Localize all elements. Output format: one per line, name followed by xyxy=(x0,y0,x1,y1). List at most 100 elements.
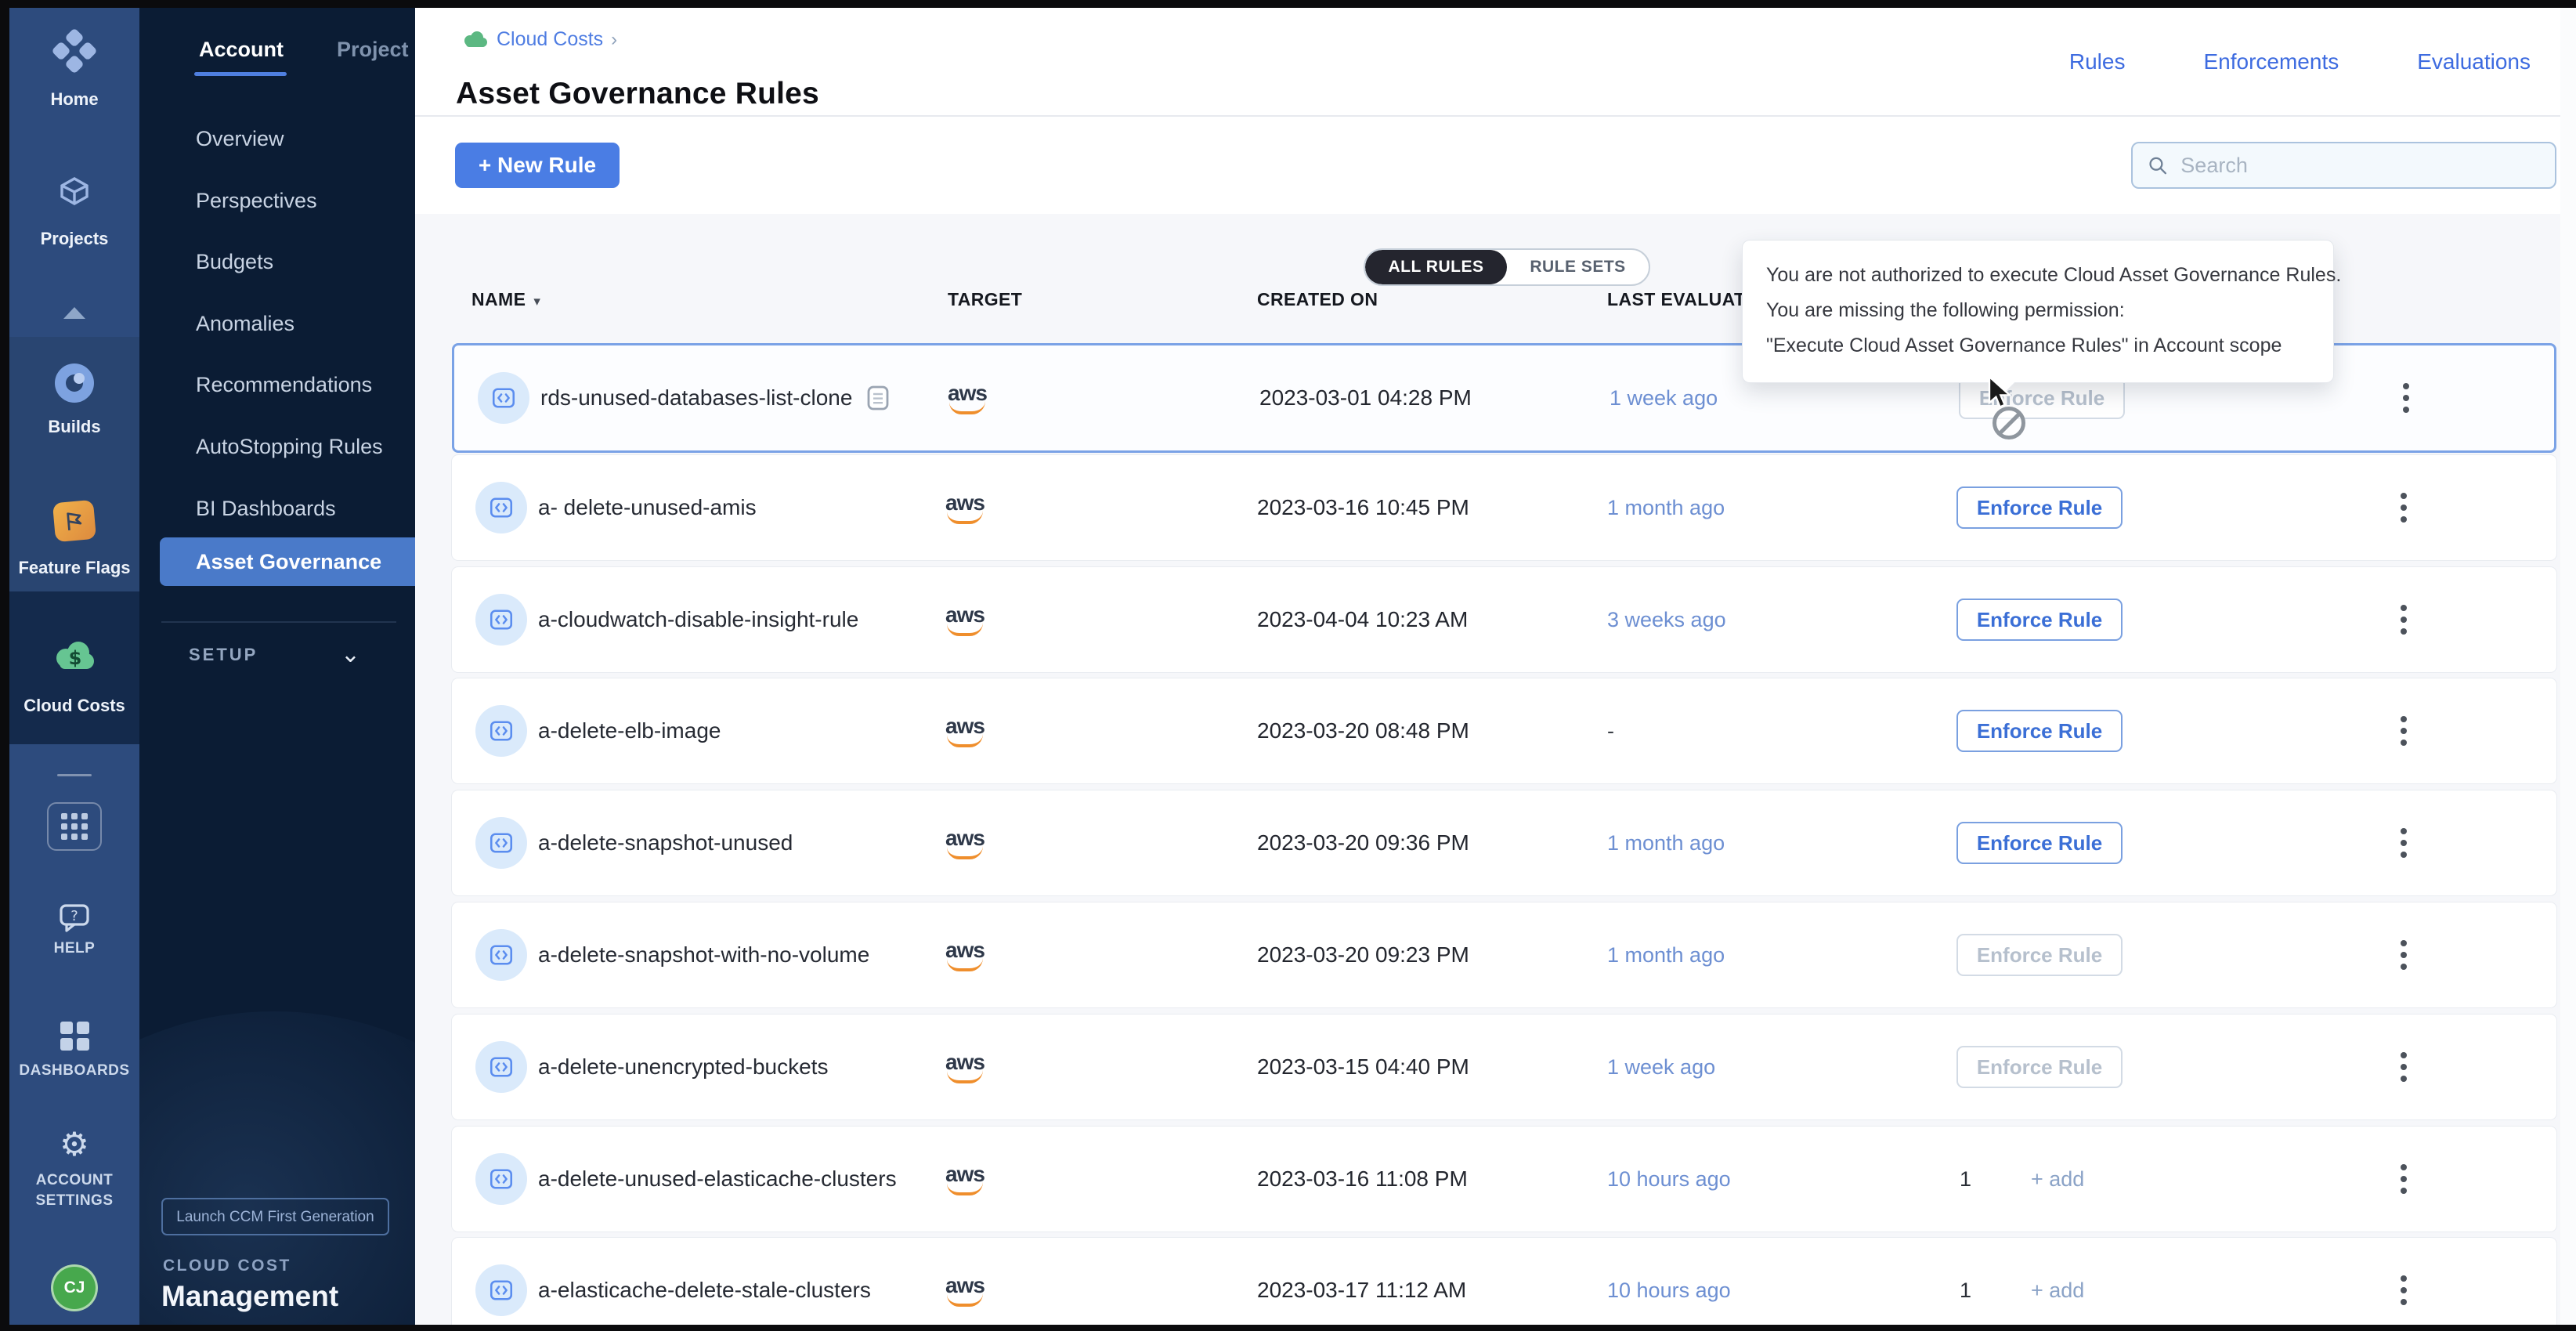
dashboards-icon xyxy=(60,1022,89,1051)
sidenav-item-anomalies[interactable]: Anomalies xyxy=(160,299,415,348)
projects-icon xyxy=(54,174,95,212)
aws-target-icon: aws xyxy=(945,678,985,783)
sidenav-item-autostopping-rules[interactable]: AutoStopping Rules xyxy=(160,422,415,471)
table-row[interactable]: a-cloudwatch-disable-insight-ruleaws2023… xyxy=(452,567,2556,672)
sidebar-item-cloud-costs-label: Cloud Costs xyxy=(9,696,139,716)
row-menu-kebab-icon[interactable] xyxy=(2388,1270,2419,1311)
link-rules[interactable]: Rules xyxy=(2069,49,2126,74)
created-on: 2023-03-17 11:12 AM xyxy=(1257,1238,1466,1325)
enforce-rule-button[interactable]: Enforce Rule xyxy=(1956,1046,2123,1088)
add-enforcement-link[interactable]: + add xyxy=(2031,1238,2084,1325)
sidebar-item-projects[interactable] xyxy=(9,174,139,215)
add-enforcement-link[interactable]: + add xyxy=(2031,1127,2084,1232)
created-on: 2023-03-15 04:40 PM xyxy=(1257,1015,1469,1119)
account-settings-label-1: ACCOUNT xyxy=(9,1172,139,1189)
letterbox-top xyxy=(0,0,2576,8)
row-menu-kebab-icon[interactable] xyxy=(2390,378,2422,418)
row-menu-kebab-icon[interactable] xyxy=(2388,711,2419,751)
table-row[interactable]: a-elasticache-delete-stale-clustersaws20… xyxy=(452,1238,2556,1325)
sidenav-item-overview[interactable]: Overview xyxy=(160,114,415,163)
created-on: 2023-03-16 11:08 PM xyxy=(1257,1127,1468,1232)
sidebar-item-cloud-costs[interactable]: $ xyxy=(9,639,139,679)
tooltip-line-3: "Execute Cloud Asset Governance Rules" i… xyxy=(1766,328,2310,363)
tab-account[interactable]: Account xyxy=(199,38,284,62)
table-row[interactable]: a-delete-snapshot-with-no-volumeaws2023-… xyxy=(452,902,2556,1007)
last-evaluation: - xyxy=(1607,678,1614,783)
account-settings-button[interactable]: ⚙ xyxy=(9,1128,139,1161)
help-chat-icon: ? xyxy=(56,902,93,935)
tab-project[interactable]: Project xyxy=(337,38,409,62)
sidenav-item-asset-governance[interactable]: Asset Governance xyxy=(160,537,415,586)
row-menu-kebab-icon[interactable] xyxy=(2388,599,2419,640)
sidebar-item-feature-flags-label: Feature Flags xyxy=(9,558,139,578)
created-on: 2023-03-20 09:23 PM xyxy=(1257,902,1469,1007)
search-input[interactable] xyxy=(2179,153,2541,179)
table-row[interactable]: a-delete-unused-elasticache-clustersaws2… xyxy=(452,1127,2556,1232)
sidenav-item-perspectives[interactable]: Perspectives xyxy=(160,176,415,225)
header-links: Rules Enforcements Evaluations xyxy=(2069,8,2531,115)
brand-eyebrow: CLOUD COST xyxy=(163,1257,291,1275)
rail-divider xyxy=(57,774,92,776)
created-on: 2023-04-04 10:23 AM xyxy=(1257,567,1468,672)
breadcrumb-label: Cloud Costs xyxy=(497,28,603,51)
aws-target-icon: aws xyxy=(945,1238,985,1325)
row-menu-kebab-icon[interactable] xyxy=(2388,935,2419,975)
cloud-costs-icon: $ xyxy=(52,639,97,675)
sidebar-item-feature-flags[interactable] xyxy=(9,501,139,541)
aws-target-icon: aws xyxy=(945,790,985,895)
sidenav-item-bi-dashboards[interactable]: BI Dashboards xyxy=(160,484,415,533)
rule-name: a-delete-snapshot-with-no-volume xyxy=(538,902,869,1007)
help-button[interactable]: ? xyxy=(9,902,139,939)
chevron-up-icon xyxy=(63,307,85,319)
permission-tooltip: You are not authorized to execute Cloud … xyxy=(1742,240,2334,383)
created-on: 2023-03-20 09:36 PM xyxy=(1257,790,1469,895)
new-rule-button[interactable]: + New Rule xyxy=(455,143,620,188)
row-menu-kebab-icon[interactable] xyxy=(2388,823,2419,863)
rule-icon xyxy=(478,372,529,424)
link-enforcements[interactable]: Enforcements xyxy=(2203,49,2339,74)
home-icon xyxy=(51,27,97,74)
chevron-down-icon: ⌄ xyxy=(341,643,360,667)
table-row[interactable]: a-delete-unencrypted-bucketsaws2023-03-1… xyxy=(452,1015,2556,1119)
enforce-rule-button[interactable]: Enforce Rule xyxy=(1956,599,2123,641)
table-row[interactable]: a-delete-snapshot-unused aws 2023-03-20 09… xyxy=(452,790,2556,895)
enforce-rule-button[interactable]: Enforce Rule xyxy=(1956,710,2123,752)
table-row[interactable]: a-delete-elb-imageaws2023-03-20 08:48 PM… xyxy=(452,678,2556,783)
rule-icon xyxy=(475,929,527,981)
row-menu-kebab-icon[interactable] xyxy=(2388,487,2419,528)
rule-name: rds-unused-databases-list-clone xyxy=(540,345,890,450)
link-evaluations[interactable]: Evaluations xyxy=(2417,49,2531,74)
page-title: Asset Governance Rules xyxy=(456,77,819,111)
row-menu-kebab-icon[interactable] xyxy=(2388,1159,2419,1199)
launch-ccm-first-gen-button[interactable]: Launch CCM First Generation xyxy=(161,1198,389,1235)
user-avatar[interactable]: CJ xyxy=(9,1264,139,1311)
right-edge-strip xyxy=(2560,8,2576,1325)
sidenav-item-recommendations[interactable]: Recommendations xyxy=(160,360,415,409)
created-on: 2023-03-16 10:45 PM xyxy=(1257,455,1469,560)
sidenav-item-budgets[interactable]: Budgets xyxy=(160,237,415,286)
sidebar-item-projects-label: Projects xyxy=(9,229,139,249)
enforce-rule-button[interactable]: Enforce Rule xyxy=(1956,934,2123,976)
table-row[interactable]: a- delete-unused-amisaws2023-03-16 10:45… xyxy=(452,455,2556,560)
row-menu-kebab-icon[interactable] xyxy=(2388,1047,2419,1087)
dashboards-button[interactable] xyxy=(9,1022,139,1051)
enforcement-count: 1 xyxy=(1960,1238,1971,1325)
enforce-rule-button[interactable]: Enforce Rule xyxy=(1956,486,2123,529)
enforce-rule-button[interactable]: Enforce Rule xyxy=(1956,822,2123,864)
rail-collapse-button[interactable] xyxy=(9,307,139,323)
enforce-rule-button[interactable]: Enforce Rule xyxy=(1959,377,2125,419)
rule-icon xyxy=(475,1264,527,1316)
search-box[interactable] xyxy=(2131,142,2556,189)
sidebar-item-home[interactable] xyxy=(9,34,139,67)
rule-name: a- delete-unused-amis xyxy=(538,455,757,560)
search-icon xyxy=(2147,154,2168,177)
sidebar-item-builds[interactable] xyxy=(9,362,139,408)
rule-name: a-delete-snapshot-unused xyxy=(538,790,793,895)
breadcrumb[interactable]: Cloud Costs › xyxy=(462,28,617,51)
module-switcher-button[interactable] xyxy=(9,802,139,851)
rule-icon xyxy=(475,1153,527,1205)
clipboard-icon[interactable] xyxy=(866,385,890,411)
help-label: HELP xyxy=(9,940,139,957)
last-evaluation: 10 hours ago xyxy=(1607,1238,1731,1325)
setup-section-toggle[interactable]: SETUP ⌄ xyxy=(189,639,396,671)
